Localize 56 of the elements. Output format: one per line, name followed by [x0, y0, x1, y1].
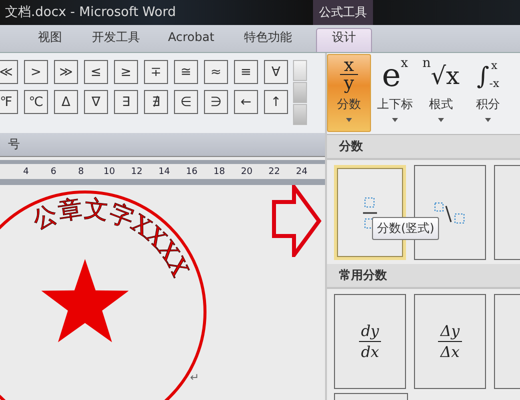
section-title: 常用分数 [339, 267, 387, 284]
symbol-button[interactable]: ← [234, 90, 258, 114]
symbol-button[interactable]: ∀ [264, 60, 288, 84]
symbol-button[interactable]: ≤ [84, 60, 108, 84]
stacked-fraction-icon [363, 196, 377, 230]
ruler-number: 22 [268, 166, 278, 176]
ruler-number: 18 [214, 166, 224, 176]
symbol-button[interactable]: ≡ [234, 60, 258, 84]
group-label: 号 [8, 136, 20, 153]
ruler-number: 6 [50, 166, 58, 176]
paragraph-mark: ↵ [190, 371, 200, 384]
symbol-button[interactable]: ℉ [0, 90, 18, 114]
ribbon-tab[interactable]: Acrobat [168, 28, 244, 52]
symbol-button[interactable]: > [24, 60, 48, 84]
symbol-button[interactable]: ℃ [24, 90, 48, 114]
skewed-fraction-icon [434, 202, 466, 224]
outline-arrow [272, 185, 322, 257]
ribbon-tab[interactable]: 特色功能 [244, 28, 312, 52]
section-title: 分数 [339, 138, 363, 155]
fraction-tile[interactable]: Δy Δx [414, 294, 486, 389]
ruler-number: 8 [77, 166, 85, 176]
fraction-tile[interactable]: dy dx [334, 294, 406, 389]
equation-button[interactable]: x y 分数 [327, 54, 371, 132]
symbol-button[interactable]: ∋ [204, 90, 228, 114]
ribbon-tab[interactable]: 设计 [316, 28, 372, 52]
ruler-number: 10 [104, 166, 114, 176]
symbol-button[interactable]: ↑ [264, 90, 288, 114]
symbol-button[interactable]: ≪ [0, 60, 18, 84]
ruler-number: 20 [241, 166, 251, 176]
ribbon-tab[interactable]: 视图 [38, 28, 92, 52]
window-title: 文档.docx - Microsoft Word [4, 4, 177, 22]
symbol-button[interactable]: ≥ [114, 60, 138, 84]
equation-button[interactable]: e$^{x}$ 上下标 [373, 54, 417, 132]
context-tab-label: 公式工具 [313, 0, 373, 25]
tooltip: 分数(竖式) [372, 217, 440, 240]
symbol-button[interactable]: ∃ [114, 90, 138, 114]
symbol-button[interactable]: ≫ [54, 60, 78, 84]
symbol-button[interactable]: ≈ [204, 60, 228, 84]
symbol-button[interactable]: ∄ [144, 90, 168, 114]
ruler-number: 16 [186, 166, 196, 176]
symbol-button[interactable]: ≅ [174, 60, 198, 84]
numerator: dy [360, 321, 380, 341]
ribbon-tab[interactable]: 开发工具 [92, 28, 168, 52]
ruler-number: 4 [22, 166, 30, 176]
ruler-number: 12 [131, 166, 141, 176]
denominator: dx [358, 341, 382, 362]
numerator: Δy [440, 321, 460, 341]
symbol-button[interactable]: ∇ [84, 90, 108, 114]
fraction-tile[interactable] [334, 393, 408, 400]
equation-button[interactable]: $^{n}$√x 根式 [419, 54, 463, 132]
symbol-button[interactable]: ∈ [174, 90, 198, 114]
ruler-number: 14 [158, 166, 168, 176]
denominator: Δx [438, 341, 462, 362]
ruler-number: 24 [296, 166, 306, 176]
symbol-button[interactable]: ∓ [144, 60, 168, 84]
symbol-button[interactable]: Δ [54, 90, 78, 114]
